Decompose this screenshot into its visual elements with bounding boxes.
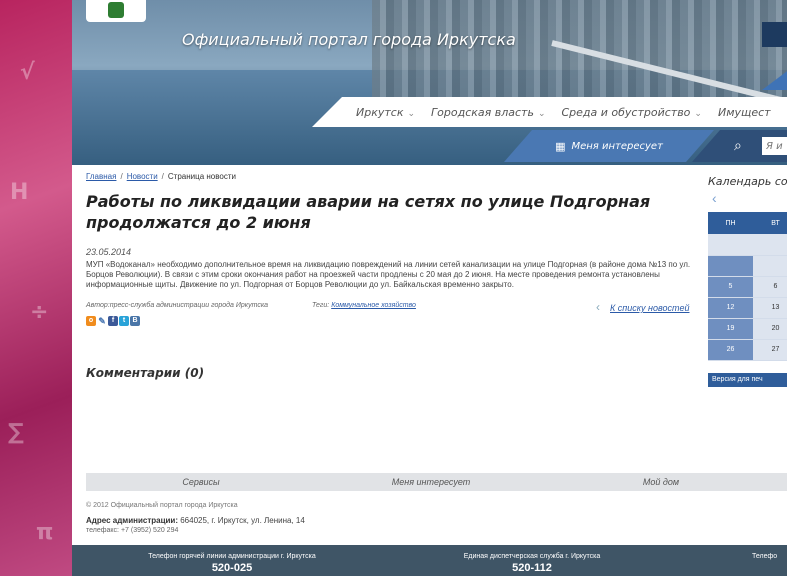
share-buttons: o ✎ f t B [86, 316, 698, 326]
footer-tabs: Сервисы Меня интересует Мой дом [86, 473, 787, 491]
site-logo[interactable] [86, 0, 146, 22]
print-version-button[interactable]: Версия для печ [708, 372, 787, 387]
site-title[interactable]: Официальный портал города Иркутска [182, 30, 516, 49]
admin-phone: телефакс: +7 (3952) 520 294 [86, 527, 179, 534]
hotline-number[interactable]: 520-025 [112, 562, 352, 574]
main-content: Главная / Новости / Страница новости Работы … [86, 172, 698, 380]
calendar-cell [753, 234, 787, 256]
admin-address: Адрес администрации: 664025, г. Иркутск,… [86, 516, 305, 525]
header-stripe [762, 22, 787, 47]
article-author: Автор:пресс-служба администрации города … [86, 302, 269, 309]
chevron-left-icon[interactable]: ‹ [712, 190, 787, 206]
main-nav: Иркутск ⌄ Городская власть ⌄ Среда и обуст… [312, 97, 787, 127]
calendar: ПН ВТ 56 12 13 19 20 26 27 [708, 212, 787, 361]
twitter-icon[interactable]: t [119, 316, 129, 326]
tag-link[interactable]: Коммунальное хозяйство [331, 302, 416, 309]
bottom-contacts-bar: Телефон горячей линии администрации г. И… [72, 545, 787, 576]
copyright: © 2012 Официальный портал города Иркутск… [86, 502, 238, 509]
calendar-header-tue: ВТ [753, 212, 787, 234]
calendar-cell[interactable]: 6 [753, 276, 787, 298]
background-left-pattern: √ H ÷ ∑ π [0, 0, 72, 576]
extra-contact: Телефо [752, 553, 778, 560]
calendar-cell[interactable]: 19 [708, 318, 753, 340]
banner-city [372, 0, 787, 110]
footer-tab-my-home[interactable]: Мой дом [546, 473, 776, 491]
calendar-cell[interactable]: 20 [753, 318, 787, 340]
calendar-icon: ▦ [555, 139, 566, 153]
calendar-header-mon: ПН [708, 212, 753, 234]
breadcrumb: Главная / Новости / Страница новости [86, 172, 236, 181]
odnoklassniki-icon[interactable]: o [86, 316, 96, 326]
nav-item-property[interactable]: Имущест [718, 106, 771, 119]
breadcrumb-current: Страница новости [167, 172, 236, 181]
calendar-cell[interactable]: 5 [708, 276, 753, 298]
calendar-cell[interactable]: 26 [708, 339, 753, 361]
hotline-contact: Телефон горячей линии администрации г. И… [112, 553, 352, 574]
calendar-cell[interactable]: 27 [753, 339, 787, 361]
calendar-cell[interactable] [753, 255, 787, 277]
search-input[interactable] [762, 137, 787, 155]
chevron-down-icon: ⌄ [407, 108, 416, 119]
article-tags: Теги: Коммунальное хозяйство [312, 302, 416, 309]
back-to-news[interactable]: ‹ К списку новостей [596, 300, 689, 314]
breadcrumb-home-link[interactable]: Главная [86, 172, 116, 181]
article-meta: Автор:пресс-служба администрации города … [86, 300, 698, 314]
calendar-cell[interactable]: 12 [708, 297, 753, 319]
calendar-title: Календарь со [708, 175, 787, 188]
nav-item-environment[interactable]: Среда и обустройство ⌄ [561, 106, 701, 119]
nav-item-city-government[interactable]: Городская власть ⌄ [431, 106, 545, 119]
coat-of-arms-icon [108, 2, 124, 18]
dispatch-contact: Единая диспетчерская служба г. Иркутска … [432, 553, 632, 574]
calendar-cell[interactable]: 13 [753, 297, 787, 319]
article-date: 23.05.2014 [86, 247, 132, 257]
page: Официальный портал города Иркутска Иркут… [72, 0, 787, 576]
chevron-down-icon: ⌄ [694, 108, 702, 119]
article-body: МУП «Водоканал» необходимо дополнительно… [86, 260, 691, 289]
dispatch-number[interactable]: 520-112 [432, 562, 632, 574]
nav-item-irkutsk[interactable]: Иркутск ⌄ [356, 106, 415, 119]
interest-button[interactable]: ▦ Меня интересует [504, 130, 714, 162]
chevron-down-icon: ⌄ [537, 108, 546, 119]
article-title: Работы по ликвидации аварии на сетях по … [86, 192, 651, 232]
sidebar: Календарь со ‹ ПН ВТ 56 12 13 19 20 26 27 В… [708, 175, 787, 387]
calendar-cell [708, 234, 753, 256]
search-icon[interactable]: ⌕ [734, 137, 742, 154]
footer-tab-services[interactable]: Сервисы [86, 473, 316, 491]
comments-title: Комментарии (0) [86, 366, 205, 380]
facebook-icon[interactable]: f [108, 316, 118, 326]
chevron-left-icon: ‹ [596, 300, 600, 314]
livejournal-icon[interactable]: ✎ [97, 316, 107, 326]
footer-tab-interest[interactable]: Меня интересует [316, 473, 546, 491]
breadcrumb-news-link[interactable]: Новости [127, 172, 158, 181]
header-banner: Официальный портал города Иркутска Иркут… [72, 0, 787, 165]
vk-icon[interactable]: B [130, 316, 140, 326]
calendar-cell[interactable] [708, 255, 753, 277]
